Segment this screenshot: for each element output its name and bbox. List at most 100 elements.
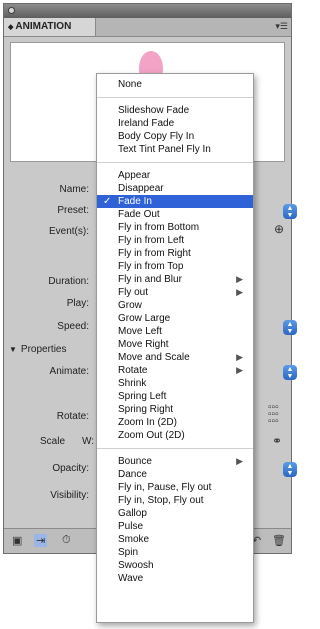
menu-item-slideshow-fade[interactable]: Slideshow Fade: [97, 104, 253, 117]
menu-item-fade-out[interactable]: Fade Out: [97, 208, 253, 221]
properties-section[interactable]: ▼ Properties: [9, 344, 67, 355]
panel-menu-icon[interactable]: ▾☰: [275, 21, 288, 32]
menu-item-fly-in-from-bottom[interactable]: Fly in from Bottom: [97, 221, 253, 234]
menu-item-rotate[interactable]: Rotate ▶: [97, 364, 253, 377]
menu-item-label: Fly in, Stop, Fly out: [118, 495, 204, 506]
panel-title-bar: [4, 4, 291, 18]
menu-item-fly-in-pause-fly-out[interactable]: Fly in, Pause, Fly out: [97, 481, 253, 494]
menu-item-label: Fly in from Left: [118, 235, 185, 246]
menu-item-fly-in-from-left[interactable]: Fly in from Left: [97, 234, 253, 247]
duration-label: Duration:: [48, 276, 89, 287]
opacity-label: Opacity:: [52, 463, 89, 474]
submenu-arrow-icon: ▶: [236, 287, 243, 297]
preset-dropdown-menu[interactable]: None Slideshow Fade Ireland Fade Body Copy …: [96, 73, 254, 623]
menu-item-move-right[interactable]: Move Right: [97, 338, 253, 351]
properties-label: Properties: [20, 344, 67, 355]
menu-item-label: Smoke: [118, 534, 150, 545]
menu-item-appear[interactable]: Appear: [97, 169, 253, 182]
trash-icon[interactable]: 🗑: [272, 534, 286, 547]
menu-item-swoosh[interactable]: Swoosh: [97, 559, 253, 572]
menu-item-none[interactable]: None: [97, 78, 253, 91]
menu-item-wave[interactable]: Wave: [97, 572, 253, 585]
menu-item-fly-in-and-blur[interactable]: Fly in and Blur ▶: [97, 273, 253, 286]
menu-separator: [97, 448, 253, 449]
menu-item-label: Fade In: [118, 196, 152, 207]
menu-item-label: Zoom In (2D): [118, 417, 177, 428]
menu-item-fly-in-from-top[interactable]: Fly in from Top: [97, 260, 253, 273]
preset-stepper[interactable]: ▲ ▼: [283, 204, 297, 219]
menu-item-dance[interactable]: Dance: [97, 468, 253, 481]
menu-separator: [97, 162, 253, 163]
events-label: Event(s):: [48, 226, 89, 237]
menu-item-label: Fade Out: [118, 209, 160, 220]
menu-item-move-and-scale[interactable]: Move and Scale ▶: [97, 351, 253, 364]
menu-item-label: Zoom Out (2D): [118, 430, 185, 441]
collapse-arrows-icon[interactable]: ◆: [8, 24, 13, 31]
menu-item-label: Swoosh: [118, 560, 154, 571]
menu-item-label: Body Copy Fly In: [118, 131, 195, 142]
menu-item-pulse[interactable]: Pulse: [97, 520, 253, 533]
speed-stepper[interactable]: ▲ ▼: [283, 320, 297, 335]
opacity-stepper[interactable]: ▲ ▼: [283, 462, 297, 477]
timing-icon[interactable]: ⏱: [62, 534, 71, 547]
preset-label: Preset:: [57, 205, 89, 216]
constrain-link-icon[interactable]: ⚭: [272, 434, 282, 448]
disclosure-triangle-icon[interactable]: ▼: [9, 345, 17, 354]
menu-item-zoom-out-2d[interactable]: Zoom Out (2D): [97, 429, 253, 442]
menu-item-fly-in-from-right[interactable]: Fly in from Right: [97, 247, 253, 260]
speed-label: Speed:: [57, 321, 89, 332]
preview-spread-icon[interactable]: ▣: [12, 534, 22, 547]
menu-item-label: Fly out: [118, 287, 149, 298]
menu-item-label: Move Left: [118, 326, 162, 337]
menu-separator: [97, 97, 253, 98]
menu-item-smoke[interactable]: Smoke: [97, 533, 253, 546]
visibility-label: Visibility:: [50, 490, 89, 501]
menu-item-gallop[interactable]: Gallop: [97, 507, 253, 520]
reference-point-icon[interactable]: ▫▫▫ ▫▫▫ ▫▫▫: [268, 403, 279, 427]
menu-item-label: Move Right: [118, 339, 169, 350]
menu-item-grow-large[interactable]: Grow Large: [97, 312, 253, 325]
tab-animation[interactable]: ◆ ANIMATION: [4, 18, 96, 36]
menu-item-text-tint-panel-fly-in[interactable]: Text Tint Panel Fly In: [97, 143, 253, 156]
submenu-arrow-icon: ▶: [236, 352, 243, 362]
menu-item-label: None: [118, 79, 142, 90]
menu-item-fly-in-stop-fly-out[interactable]: Fly in, Stop, Fly out: [97, 494, 253, 507]
menu-item-label: Move and Scale: [118, 352, 190, 363]
menu-item-label: Fly in from Right: [118, 248, 191, 259]
menu-item-label: Spin: [118, 547, 139, 558]
panel-tab-strip: ◆ ANIMATION ▾☰: [4, 18, 291, 37]
menu-item-label: Gallop: [118, 508, 147, 519]
menu-item-ireland-fade[interactable]: Ireland Fade: [97, 117, 253, 130]
menu-item-label: Grow Large: [118, 313, 171, 324]
menu-item-spring-right[interactable]: Spring Right: [97, 403, 253, 416]
menu-item-label: Bounce: [118, 456, 152, 467]
menu-item-grow[interactable]: Grow: [97, 299, 253, 312]
menu-item-fade-in[interactable]: ✓ Fade In: [97, 195, 253, 208]
menu-item-label: Slideshow Fade: [118, 105, 190, 116]
menu-item-spin[interactable]: Spin: [97, 546, 253, 559]
close-panel-icon[interactable]: [8, 7, 15, 14]
menu-item-label: Dance: [118, 469, 147, 480]
menu-item-zoom-in-2d[interactable]: Zoom In (2D): [97, 416, 253, 429]
menu-item-move-left[interactable]: Move Left: [97, 325, 253, 338]
menu-item-body-copy-fly-in[interactable]: Body Copy Fly In: [97, 130, 253, 143]
menu-item-label: Appear: [118, 170, 151, 181]
show-proxy-icon[interactable]: ⇥: [34, 534, 48, 547]
add-event-icon[interactable]: ⊕: [274, 222, 284, 236]
menu-item-bounce[interactable]: Bounce ▶: [97, 455, 253, 468]
animate-label: Animate:: [49, 366, 89, 377]
play-label: Play:: [66, 298, 89, 309]
menu-item-label: Spring Right: [118, 404, 174, 415]
menu-item-label: Grow: [118, 300, 142, 311]
menu-item-label: Text Tint Panel Fly In: [118, 144, 211, 155]
menu-item-shrink[interactable]: Shrink: [97, 377, 253, 390]
menu-item-label: Rotate: [118, 365, 148, 376]
animate-stepper[interactable]: ▲ ▼: [283, 365, 297, 380]
menu-item-label: Ireland Fade: [118, 118, 175, 129]
menu-item-label: Shrink: [118, 378, 147, 389]
menu-item-fly-out[interactable]: Fly out ▶: [97, 286, 253, 299]
menu-item-spring-left[interactable]: Spring Left: [97, 390, 253, 403]
menu-item-disappear[interactable]: Disappear: [97, 182, 253, 195]
scale-label: Scale: [40, 436, 66, 447]
menu-item-label: Wave: [118, 573, 144, 584]
